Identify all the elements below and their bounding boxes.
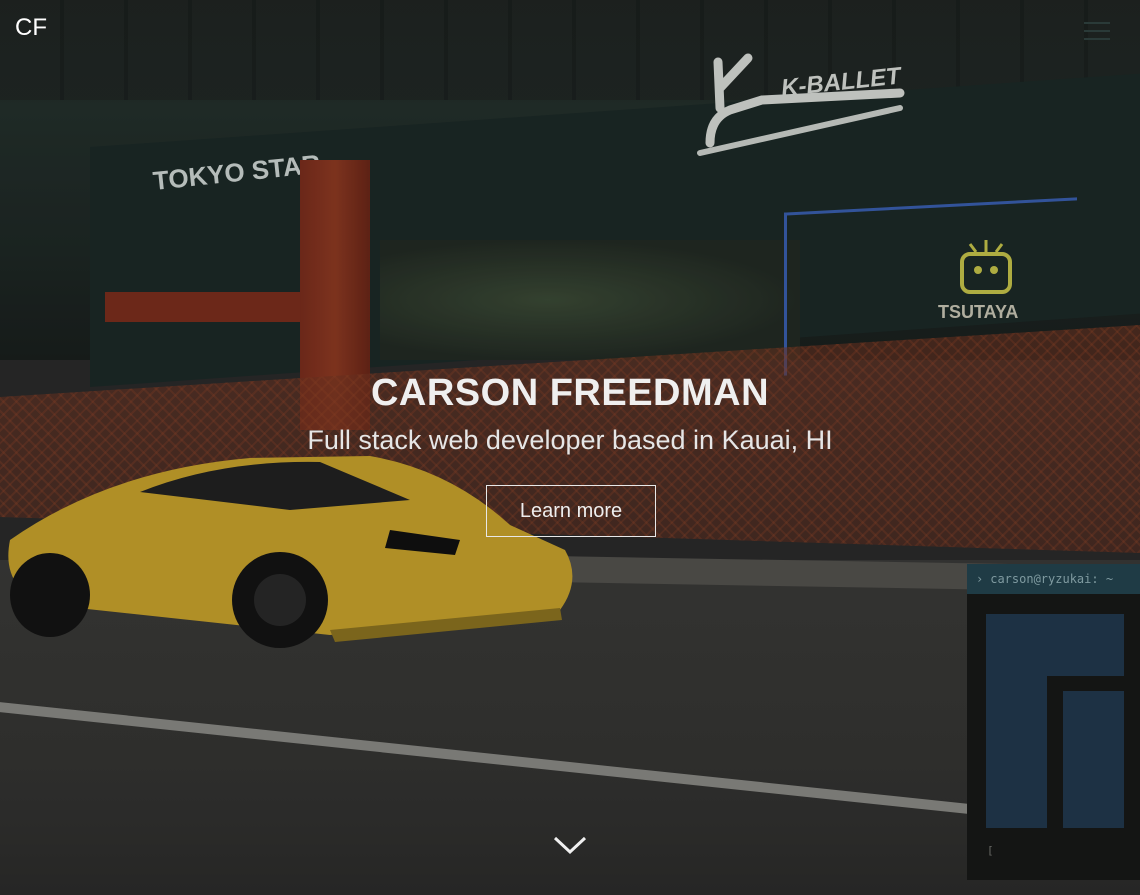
terminal-cursor: [ bbox=[987, 844, 994, 857]
chevron-right-icon: › bbox=[976, 572, 984, 586]
hero-subtitle: Full stack web developer based in Kauai,… bbox=[307, 425, 833, 455]
chevron-down-icon[interactable] bbox=[552, 832, 588, 858]
hamburger-menu-icon-line bbox=[1084, 30, 1110, 32]
learn-more-button[interactable]: Learn more bbox=[486, 485, 656, 537]
hamburger-menu-icon-line bbox=[1084, 38, 1110, 40]
hamburger-menu-icon bbox=[1084, 22, 1110, 24]
terminal-title-bar: › carson@ryzukai: ~ bbox=[967, 564, 1140, 594]
hero-title: CARSON FREEDMAN bbox=[370, 372, 770, 414]
site-logo[interactable]: CF bbox=[15, 14, 47, 42]
hamburger-menu-button[interactable] bbox=[1084, 20, 1110, 42]
terminal-tile-inner bbox=[1063, 691, 1124, 828]
terminal-title: carson@ryzukai: ~ bbox=[990, 572, 1114, 586]
terminal-widget[interactable]: › carson@ryzukai: ~ [ bbox=[967, 564, 1140, 880]
